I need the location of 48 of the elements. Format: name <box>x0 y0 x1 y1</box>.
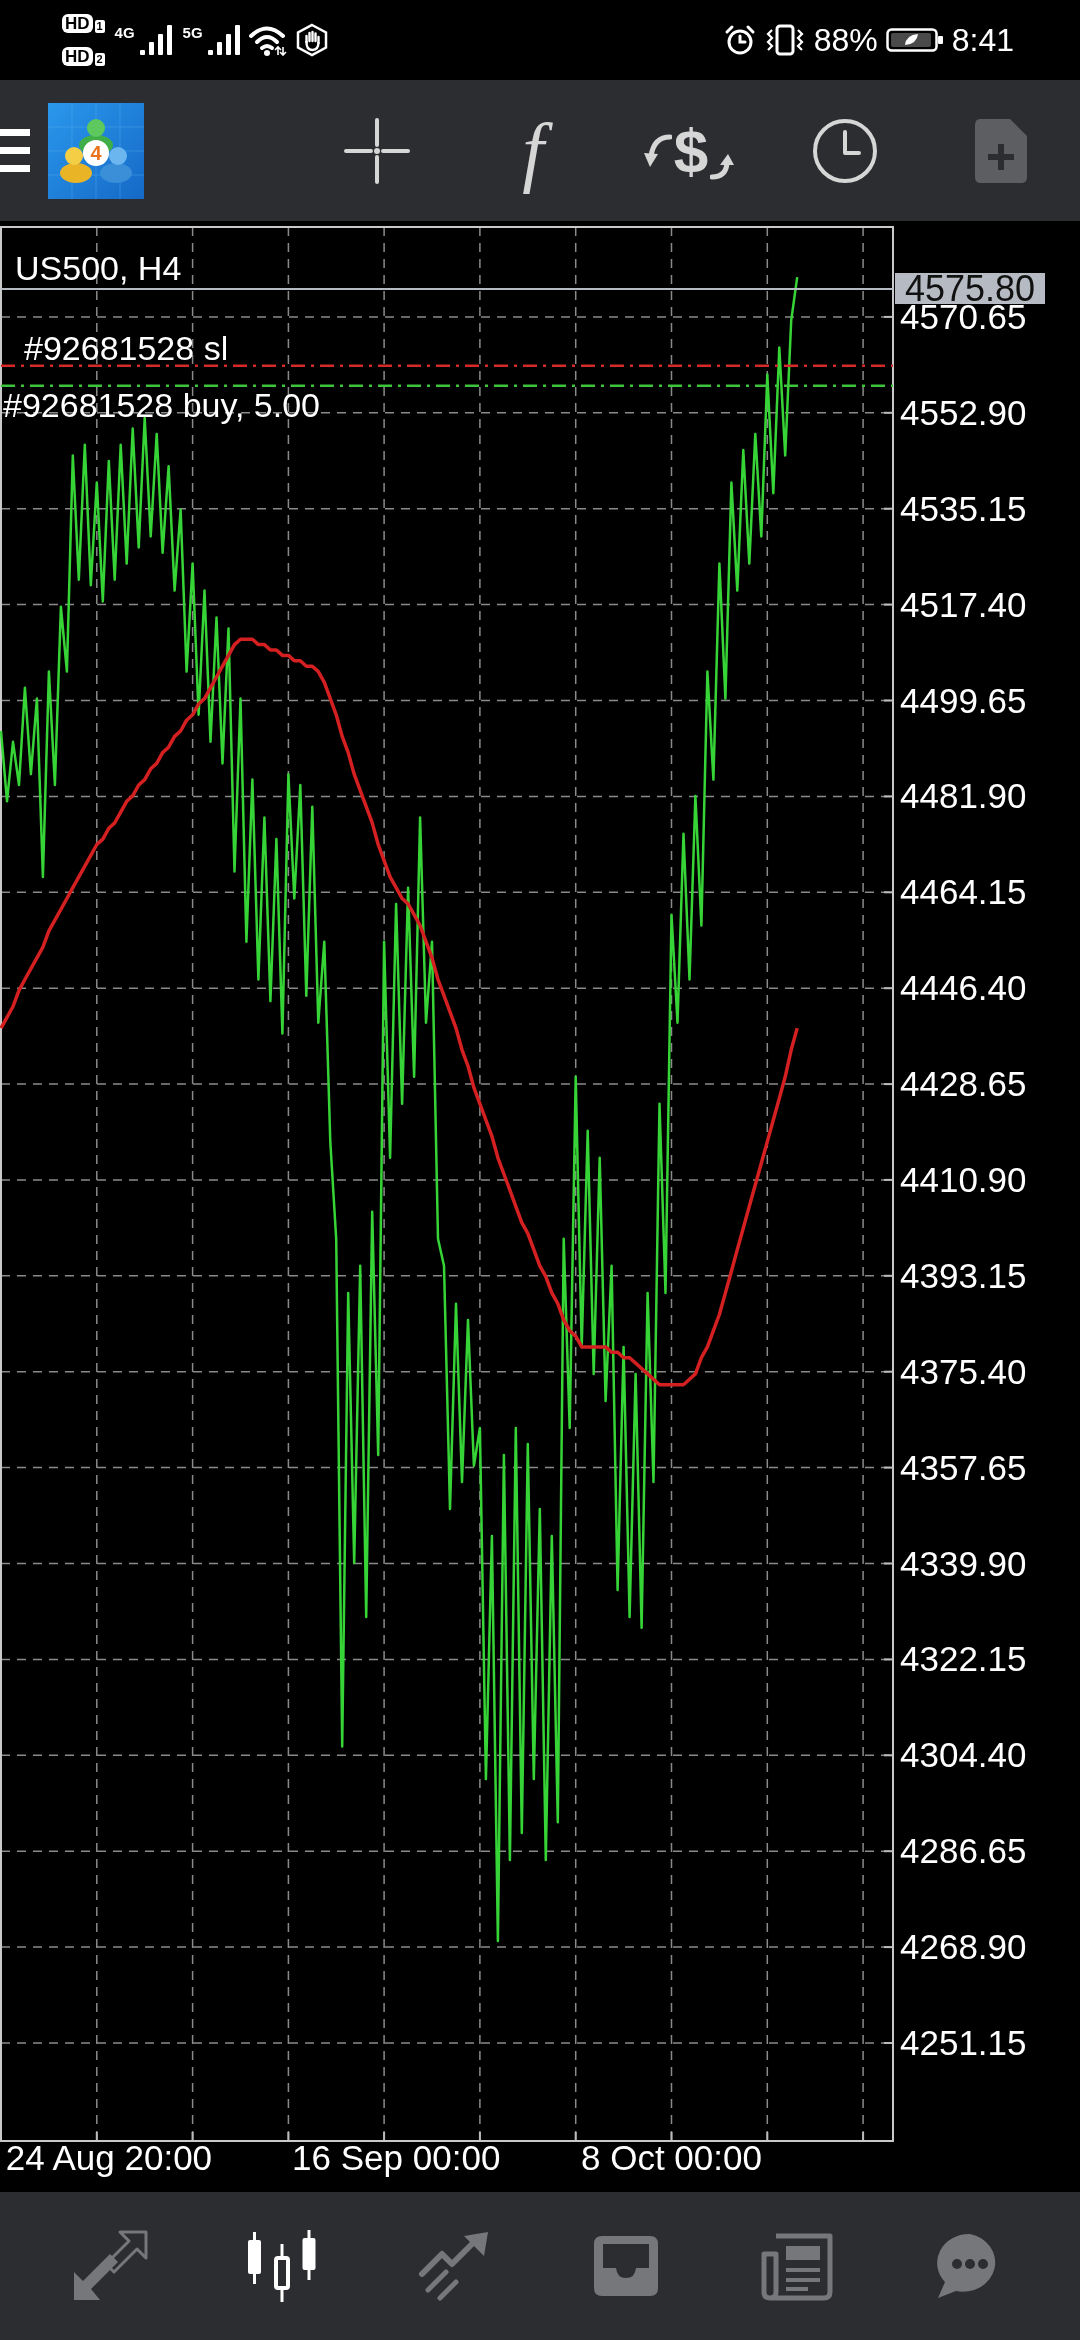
signal-icon <box>138 25 173 55</box>
curved-arrow-icon <box>710 153 735 181</box>
time-axis-label: 8 Oct 00:00 <box>581 2143 762 2173</box>
price-axis-label: 4428.65 <box>900 1071 1027 1098</box>
price-axis-label: 4464.15 <box>900 879 1027 906</box>
price-axis-label: 4375.40 <box>900 1358 1027 1385</box>
clock-icon <box>812 117 878 184</box>
price-axis-label: 4268.90 <box>900 1934 1027 1961</box>
menu-button[interactable] <box>0 129 30 172</box>
battery-icon <box>885 28 944 52</box>
price-axis-label: 4286.65 <box>900 1838 1027 1865</box>
price-axis-label: 4393.15 <box>900 1262 1027 1289</box>
menu-icon <box>0 129 30 172</box>
hd-badge: HD <box>62 47 93 66</box>
chart-title: US500, H4 <box>15 251 182 285</box>
price-axis-label: 4552.90 <box>900 399 1027 426</box>
price-axis-label: 4535.15 <box>900 495 1027 522</box>
hd-badge: HD <box>62 14 93 33</box>
price-axis-label: 4410.90 <box>900 1166 1027 1193</box>
price-axis-label: 4357.65 <box>900 1454 1027 1481</box>
price-axis-label: 4481.90 <box>900 783 1027 810</box>
alarm-icon <box>723 24 756 56</box>
signal-icon <box>206 25 241 55</box>
diagonal-arrows-icon <box>72 2230 148 2302</box>
add-document-icon <box>974 117 1028 184</box>
price-axis-label: 4339.90 <box>900 1550 1027 1577</box>
indicator-button[interactable]: f <box>455 80 611 221</box>
crosshair-icon <box>344 117 410 184</box>
hand-hexagon-icon <box>294 23 329 57</box>
wifi-icon <box>248 24 287 56</box>
app-logo: 4 <box>48 102 144 199</box>
battery-percent: 88% <box>813 22 878 58</box>
price-axis-label: 4322.15 <box>900 1646 1027 1673</box>
current-price-tag: 4575.80 <box>895 273 1046 305</box>
price-axis-label: 4251.15 <box>900 2029 1027 2056</box>
price-axis-label: 4446.40 <box>900 975 1027 1002</box>
price-axis-label: 4304.40 <box>900 1742 1027 1769</box>
network-type-label: 4G <box>114 25 135 40</box>
price-axis-label: 4499.65 <box>900 687 1027 714</box>
order-label: #92681528 sl <box>24 331 229 364</box>
price-axis-label: 4570.65 <box>900 303 1027 330</box>
sim-slot-badge: 2 <box>94 53 105 66</box>
clock-time: 8:41 <box>951 22 1014 58</box>
curved-arrow-icon <box>643 132 672 168</box>
symbols-button[interactable]: $ <box>611 80 767 221</box>
sim-slot-badge: 1 <box>94 20 105 33</box>
price-axis-label: 4517.40 <box>900 591 1027 618</box>
network-type-label: 5G <box>182 25 203 40</box>
